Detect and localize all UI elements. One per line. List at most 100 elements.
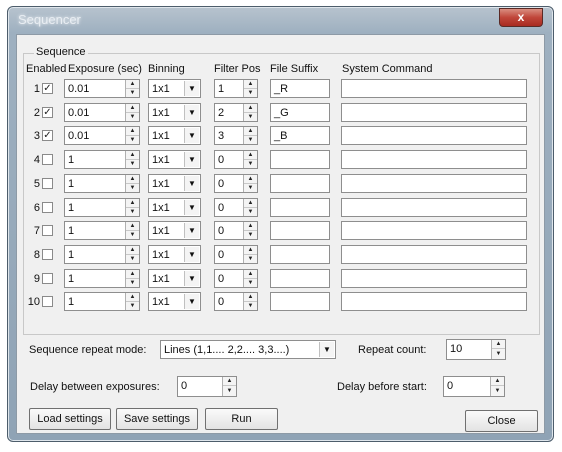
filter-pos-stepper[interactable]: 2 ▲ ▼ xyxy=(214,103,258,122)
spin-down-icon[interactable]: ▼ xyxy=(244,136,257,144)
delay-before-stepper[interactable]: 0 ▲ ▼ xyxy=(443,376,505,397)
spin-up-icon[interactable]: ▲ xyxy=(126,199,139,208)
spin-down-icon[interactable]: ▼ xyxy=(491,387,504,395)
system-command-input[interactable] xyxy=(341,245,527,264)
filter-pos-stepper[interactable]: 1 ▲ ▼ xyxy=(214,79,258,98)
delay-before-spin[interactable]: ▲ ▼ xyxy=(490,377,504,396)
system-command-input[interactable] xyxy=(341,126,527,145)
filter-pos-spin[interactable]: ▲ ▼ xyxy=(243,104,257,121)
filter-pos-spin[interactable]: ▲ ▼ xyxy=(243,270,257,287)
exposure-stepper[interactable]: 1 ▲ ▼ xyxy=(64,292,140,311)
spin-up-icon[interactable]: ▲ xyxy=(244,199,257,208)
spin-down-icon[interactable]: ▼ xyxy=(223,387,236,395)
filter-pos-spin[interactable]: ▲ ▼ xyxy=(243,127,257,144)
system-command-input[interactable] xyxy=(341,221,527,240)
binning-select[interactable]: 1x1 ▼ xyxy=(148,221,201,240)
enabled-checkbox[interactable] xyxy=(42,225,53,236)
exposure-stepper[interactable]: 1 ▲ ▼ xyxy=(64,150,140,169)
binning-select[interactable]: 1x1 ▼ xyxy=(148,198,201,217)
filter-pos-spin[interactable]: ▲ ▼ xyxy=(243,293,257,310)
filter-pos-spin[interactable]: ▲ ▼ xyxy=(243,246,257,263)
spin-up-icon[interactable]: ▲ xyxy=(244,151,257,160)
exposure-spin[interactable]: ▲ ▼ xyxy=(125,246,139,263)
repeat-count-spin[interactable]: ▲ ▼ xyxy=(491,340,505,359)
repeat-mode-select[interactable]: Lines (1,1.... 2,2.... 3,3....) ▼ xyxy=(160,340,336,359)
chevron-down-icon[interactable]: ▼ xyxy=(184,247,199,262)
spin-up-icon[interactable]: ▲ xyxy=(126,222,139,231)
filter-pos-stepper[interactable]: 0 ▲ ▼ xyxy=(214,198,258,217)
enabled-checkbox[interactable] xyxy=(42,178,53,189)
spin-down-icon[interactable]: ▼ xyxy=(492,350,505,358)
exposure-spin[interactable]: ▲ ▼ xyxy=(125,270,139,287)
exposure-stepper[interactable]: 1 ▲ ▼ xyxy=(64,269,140,288)
spin-down-icon[interactable]: ▼ xyxy=(126,208,139,216)
spin-down-icon[interactable]: ▼ xyxy=(244,113,257,121)
binning-select[interactable]: 1x1 ▼ xyxy=(148,150,201,169)
exposure-stepper[interactable]: 0.01 ▲ ▼ xyxy=(64,103,140,122)
file-suffix-input[interactable] xyxy=(270,245,330,264)
delay-between-stepper[interactable]: 0 ▲ ▼ xyxy=(177,376,237,397)
spin-down-icon[interactable]: ▼ xyxy=(244,208,257,216)
enabled-checkbox[interactable] xyxy=(42,202,53,213)
exposure-stepper[interactable]: 0.01 ▲ ▼ xyxy=(64,126,140,145)
spin-down-icon[interactable]: ▼ xyxy=(244,184,257,192)
spin-up-icon[interactable]: ▲ xyxy=(126,246,139,255)
spin-down-icon[interactable]: ▼ xyxy=(244,89,257,97)
spin-down-icon[interactable]: ▼ xyxy=(244,302,257,310)
exposure-spin[interactable]: ▲ ▼ xyxy=(125,80,139,97)
spin-down-icon[interactable]: ▼ xyxy=(244,231,257,239)
spin-up-icon[interactable]: ▲ xyxy=(244,246,257,255)
filter-pos-stepper[interactable]: 0 ▲ ▼ xyxy=(214,221,258,240)
chevron-down-icon[interactable]: ▼ xyxy=(184,81,199,96)
system-command-input[interactable] xyxy=(341,292,527,311)
exposure-stepper[interactable]: 1 ▲ ▼ xyxy=(64,198,140,217)
filter-pos-stepper[interactable]: 0 ▲ ▼ xyxy=(214,292,258,311)
chevron-down-icon[interactable]: ▼ xyxy=(184,176,199,191)
exposure-spin[interactable]: ▲ ▼ xyxy=(125,151,139,168)
load-settings-button[interactable]: Load settings xyxy=(29,408,111,430)
chevron-down-icon[interactable]: ▼ xyxy=(184,294,199,309)
spin-down-icon[interactable]: ▼ xyxy=(126,89,139,97)
spin-up-icon[interactable]: ▲ xyxy=(244,175,257,184)
repeat-count-stepper[interactable]: 10 ▲ ▼ xyxy=(446,339,506,360)
spin-down-icon[interactable]: ▼ xyxy=(244,279,257,287)
spin-up-icon[interactable]: ▲ xyxy=(244,80,257,89)
enabled-checkbox[interactable] xyxy=(42,296,53,307)
chevron-down-icon[interactable]: ▼ xyxy=(184,105,199,120)
spin-down-icon[interactable]: ▼ xyxy=(126,231,139,239)
spin-up-icon[interactable]: ▲ xyxy=(126,127,139,136)
system-command-input[interactable] xyxy=(341,174,527,193)
title-bar[interactable]: Sequencer x xyxy=(8,7,553,33)
exposure-stepper[interactable]: 1 ▲ ▼ xyxy=(64,221,140,240)
chevron-down-icon[interactable]: ▼ xyxy=(184,152,199,167)
exposure-stepper[interactable]: 1 ▲ ▼ xyxy=(64,174,140,193)
spin-up-icon[interactable]: ▲ xyxy=(244,222,257,231)
run-button[interactable]: Run xyxy=(205,408,278,430)
system-command-input[interactable] xyxy=(341,150,527,169)
spin-down-icon[interactable]: ▼ xyxy=(244,160,257,168)
binning-select[interactable]: 1x1 ▼ xyxy=(148,79,201,98)
system-command-input[interactable] xyxy=(341,103,527,122)
file-suffix-input[interactable]: _G xyxy=(270,103,330,122)
spin-up-icon[interactable]: ▲ xyxy=(126,80,139,89)
binning-select[interactable]: 1x1 ▼ xyxy=(148,245,201,264)
exposure-stepper[interactable]: 1 ▲ ▼ xyxy=(64,245,140,264)
window-close-button[interactable]: x xyxy=(499,8,543,27)
spin-down-icon[interactable]: ▼ xyxy=(244,255,257,263)
binning-select[interactable]: 1x1 ▼ xyxy=(148,174,201,193)
file-suffix-input[interactable] xyxy=(270,198,330,217)
binning-select[interactable]: 1x1 ▼ xyxy=(148,292,201,311)
chevron-down-icon[interactable]: ▼ xyxy=(184,128,199,143)
exposure-spin[interactable]: ▲ ▼ xyxy=(125,175,139,192)
spin-up-icon[interactable]: ▲ xyxy=(244,270,257,279)
binning-select[interactable]: 1x1 ▼ xyxy=(148,269,201,288)
filter-pos-spin[interactable]: ▲ ▼ xyxy=(243,151,257,168)
filter-pos-spin[interactable]: ▲ ▼ xyxy=(243,222,257,239)
filter-pos-stepper[interactable]: 0 ▲ ▼ xyxy=(214,150,258,169)
binning-select[interactable]: 1x1 ▼ xyxy=(148,126,201,145)
chevron-down-icon[interactable]: ▼ xyxy=(184,200,199,215)
spin-down-icon[interactable]: ▼ xyxy=(126,255,139,263)
spin-up-icon[interactable]: ▲ xyxy=(491,377,504,386)
spin-up-icon[interactable]: ▲ xyxy=(126,175,139,184)
exposure-spin[interactable]: ▲ ▼ xyxy=(125,199,139,216)
